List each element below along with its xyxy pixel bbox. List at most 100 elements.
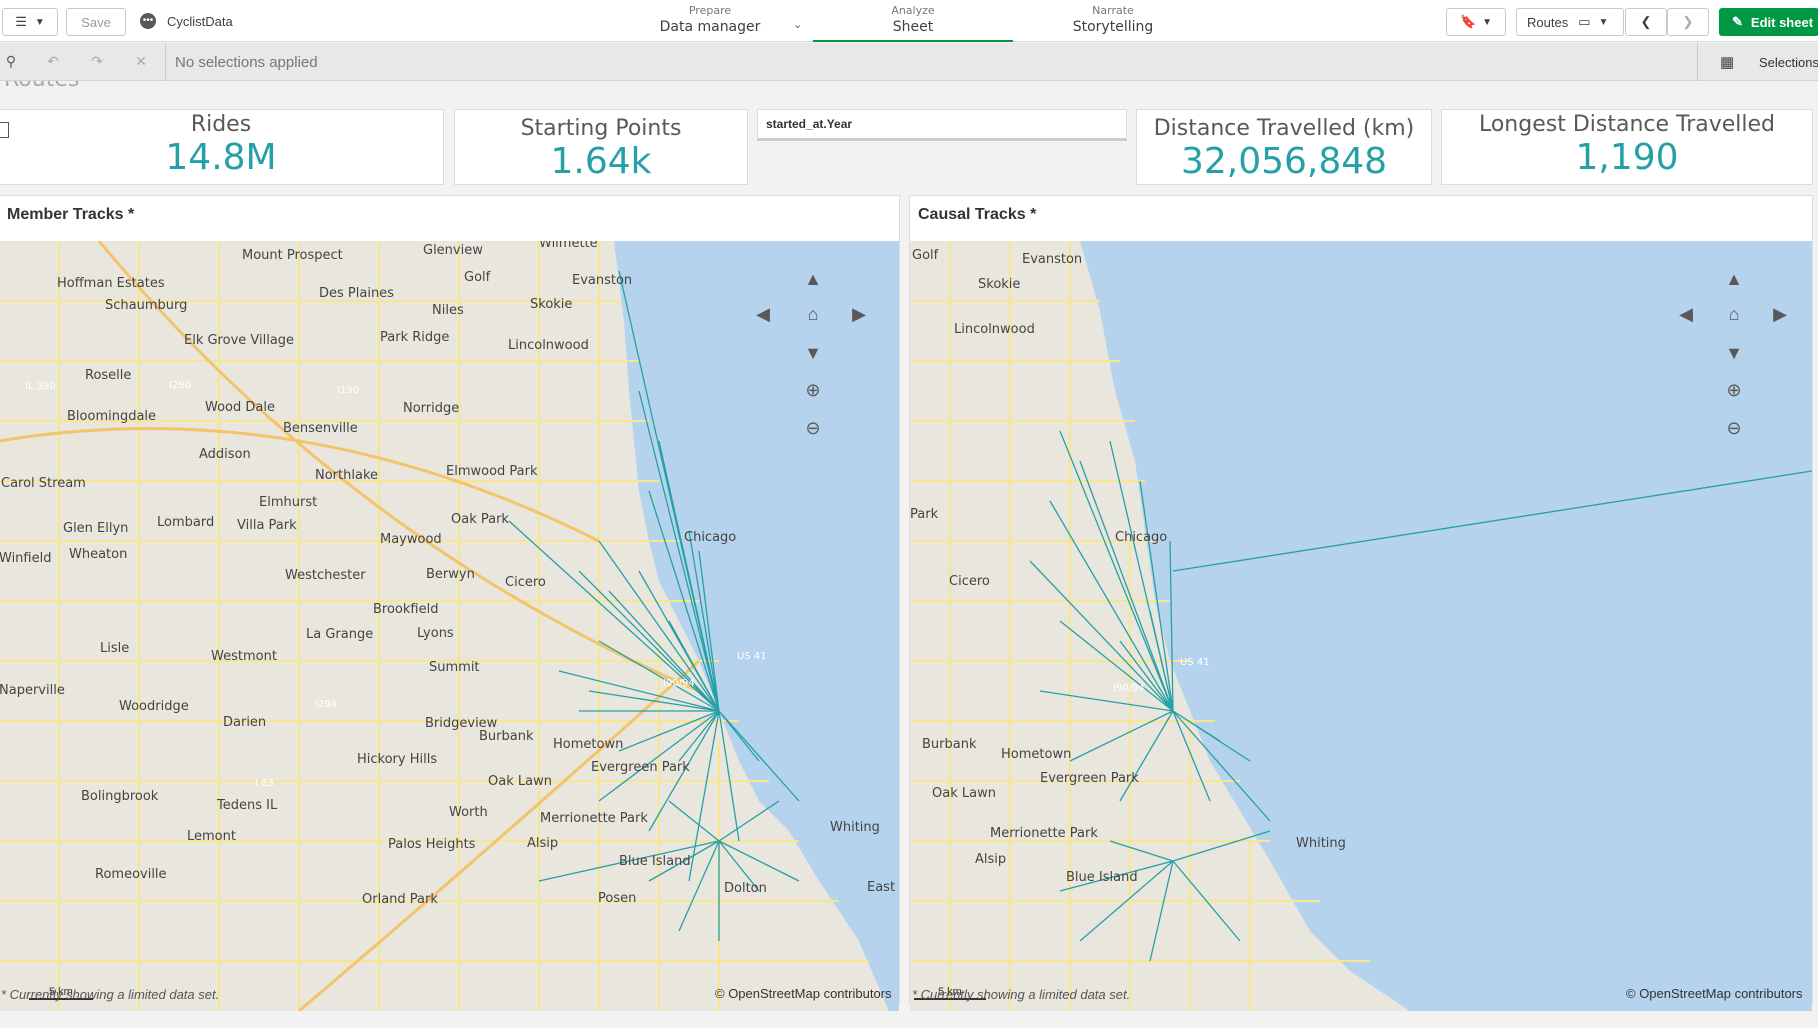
sheet-name: Routes xyxy=(1527,14,1569,30)
svg-text:Chicago: Chicago xyxy=(1115,530,1167,545)
bookmark-button[interactable]: 🔖 ▼ xyxy=(1446,8,1506,36)
kpi-value: 14.8M xyxy=(165,137,277,178)
chevron-down-icon: ▼ xyxy=(1598,16,1609,28)
kpi-longest-distance[interactable]: Longest Distance Travelled 1,190 xyxy=(1441,109,1813,185)
svg-text:Park: Park xyxy=(910,507,939,522)
pan-up-button[interactable]: ▲ xyxy=(1722,267,1746,291)
year-filter[interactable]: started_at.Year xyxy=(757,109,1127,141)
svg-text:I90/94: I90/94 xyxy=(1113,683,1145,694)
svg-text:Orland Park: Orland Park xyxy=(362,892,438,907)
svg-text:Burbank: Burbank xyxy=(922,737,977,752)
pan-down-button[interactable]: ▼ xyxy=(1722,341,1746,365)
svg-text:Glen Ellyn: Glen Ellyn xyxy=(63,521,128,536)
selections-panel-label[interactable]: Selections xyxy=(1759,55,1818,70)
pan-right-button[interactable]: ▶ xyxy=(847,302,871,326)
panel-title: Member Tracks * xyxy=(7,206,135,223)
svg-text:Niles: Niles xyxy=(432,303,464,318)
svg-text:Burbank: Burbank xyxy=(479,729,534,744)
app-name[interactable]: CyclistData xyxy=(167,14,233,29)
svg-text:Bolingbrook: Bolingbrook xyxy=(81,789,159,804)
tab-prepare-label: Data manager xyxy=(659,19,761,35)
svg-text:Wheaton: Wheaton xyxy=(69,547,127,562)
selections-panel-icon[interactable]: ▦ xyxy=(1720,53,1734,71)
svg-text:US 41: US 41 xyxy=(737,651,767,662)
tab-prepare-small: Prepare xyxy=(688,4,732,17)
clear-selections-icon[interactable]: ✕ xyxy=(132,53,150,71)
zoom-out-icon[interactable]: ⊖ xyxy=(1722,416,1746,440)
sheet-selector[interactable]: Routes ▭ ▼ xyxy=(1516,8,1624,36)
app-icon: ••• xyxy=(140,13,156,29)
svg-text:Evergreen Park: Evergreen Park xyxy=(1040,771,1139,786)
causal-map[interactable]: Golf Evanston Skokie Lincolnwood Park Ci… xyxy=(910,241,1812,1011)
svg-text:Des Plaines: Des Plaines xyxy=(319,286,394,301)
member-map[interactable]: Wilmette Mount Prospect Glenview Hoffman… xyxy=(0,241,899,1011)
svg-text:Hometown: Hometown xyxy=(1001,747,1071,762)
svg-text:Brookfield: Brookfield xyxy=(373,602,438,617)
zoom-in-icon[interactable]: ⊕ xyxy=(1722,378,1746,402)
svg-text:Worth: Worth xyxy=(449,805,488,820)
svg-text:Skokie: Skokie xyxy=(978,277,1020,292)
tab-narrate-small: Narrate xyxy=(1092,4,1134,17)
tab-narrate-label: Storytelling xyxy=(1072,19,1154,35)
limited-data-note: * Currently showing a limited data set. xyxy=(1,987,220,1002)
svg-text:Berwyn: Berwyn xyxy=(426,567,475,582)
chevron-down-icon: ▼ xyxy=(34,16,45,28)
tab-analyze-small: Analyze xyxy=(891,4,935,17)
bookmark-icon: 🔖 xyxy=(1459,14,1477,29)
svg-text:Lisle: Lisle xyxy=(100,641,129,656)
svg-text:Dolton: Dolton xyxy=(724,881,767,896)
menu-button[interactable]: ☰ ▼ xyxy=(2,8,58,36)
hamburger-icon: ☰ xyxy=(15,14,27,29)
svg-text:Evanston: Evanston xyxy=(1022,252,1082,267)
causal-tracks-panel[interactable]: Causal Tracks * Golf Evanston Skokie Lin… xyxy=(909,195,1813,1011)
limited-data-note: * Currently showing a limited data set. xyxy=(912,987,1131,1002)
pan-down-button[interactable]: ▼ xyxy=(801,341,825,365)
save-button[interactable]: Save xyxy=(66,8,126,36)
svg-text:Lyons: Lyons xyxy=(417,626,454,641)
svg-text:Evanston: Evanston xyxy=(572,273,632,288)
member-tracks-panel[interactable]: Member Tracks * Wilmette Mount Prospect xyxy=(0,195,900,1011)
top-toolbar: ☰ ▼ Save ••• CyclistData Prepare Data ma… xyxy=(0,0,1818,42)
step-back-icon[interactable]: ↶ xyxy=(44,53,62,71)
tab-prepare[interactable]: Prepare Data manager xyxy=(650,4,770,42)
step-forward-icon[interactable]: ↷ xyxy=(88,53,106,71)
tab-narrate[interactable]: Narrate Storytelling xyxy=(1013,4,1213,42)
svg-text:Merrionette Park: Merrionette Park xyxy=(990,826,1098,841)
kpi-menu-icon[interactable] xyxy=(0,122,9,138)
svg-text:Villa Park: Villa Park xyxy=(237,518,297,533)
kpi-starting-points[interactable]: Starting Points 1.64k xyxy=(454,109,748,185)
kpi-rides[interactable]: Rides 14.8M xyxy=(0,109,444,185)
home-icon[interactable]: ⌂ xyxy=(801,302,825,326)
edit-sheet-label: Edit sheet xyxy=(1750,14,1814,30)
zoom-in-icon[interactable]: ⊕ xyxy=(801,378,825,402)
edit-sheet-button[interactable]: ✎ Edit sheet xyxy=(1719,8,1818,36)
kpi-title: Longest Distance Travelled xyxy=(1478,112,1776,137)
map-canvas[interactable]: Wilmette Mount Prospect Glenview Hoffman… xyxy=(0,241,899,1011)
svg-text:Oak Lawn: Oak Lawn xyxy=(488,774,552,789)
osm-attribution[interactable]: © OpenStreetMap contributors xyxy=(1626,986,1803,1001)
next-sheet-button[interactable]: ❯ xyxy=(1667,8,1709,36)
svg-text:Alsip: Alsip xyxy=(527,836,558,851)
svg-text:Winfield: Winfield xyxy=(0,551,51,566)
svg-text:Palos Heights: Palos Heights xyxy=(388,837,476,852)
home-icon[interactable]: ⌂ xyxy=(1722,302,1746,326)
pan-left-button[interactable]: ◀ xyxy=(1674,302,1698,326)
svg-text:Hoffman Estates: Hoffman Estates xyxy=(57,276,165,291)
filter-field-label: started_at.Year xyxy=(766,117,853,131)
tab-analyze[interactable]: Analyze Sheet xyxy=(813,4,1013,42)
pan-right-button[interactable]: ▶ xyxy=(1768,302,1792,326)
pan-up-button[interactable]: ▲ xyxy=(801,267,825,291)
pencil-icon: ✎ xyxy=(1732,14,1743,29)
map-canvas[interactable]: Golf Evanston Skokie Lincolnwood Park Ci… xyxy=(910,241,1812,1011)
chevron-down-icon[interactable]: ⌄ xyxy=(793,18,802,31)
zoom-out-icon[interactable]: ⊖ xyxy=(801,416,825,440)
pan-left-button[interactable]: ◀ xyxy=(751,302,775,326)
previous-sheet-button[interactable]: ❮ xyxy=(1625,8,1667,36)
selections-bar: ⚲ ↶ ↷ ✕ No selections applied ▦ Selectio… xyxy=(0,43,1818,81)
kpi-distance-travelled[interactable]: Distance Travelled (km) 32,056,848 xyxy=(1136,109,1432,185)
osm-attribution[interactable]: © OpenStreetMap contributors xyxy=(715,986,892,1001)
smart-search-icon[interactable]: ⚲ xyxy=(2,53,20,71)
svg-text:IL 390: IL 390 xyxy=(25,381,56,392)
svg-text:Wilmette: Wilmette xyxy=(539,241,598,251)
svg-text:Bloomingdale: Bloomingdale xyxy=(67,409,156,424)
